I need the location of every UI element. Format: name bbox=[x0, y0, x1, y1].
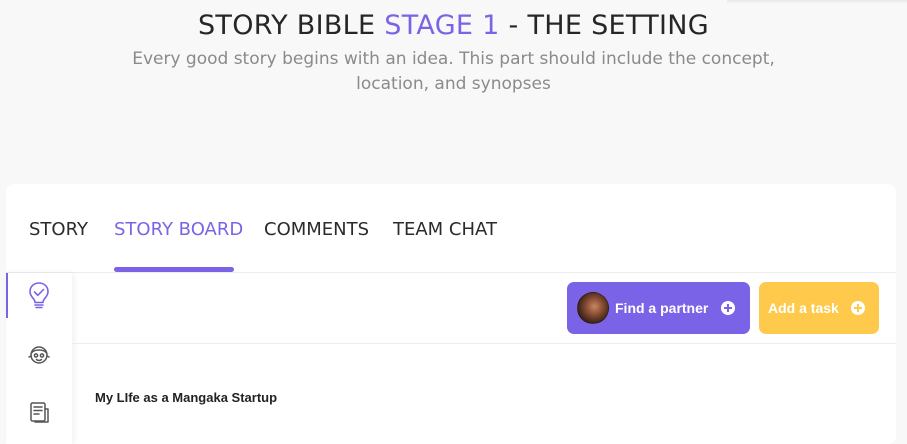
plus-circle-icon bbox=[851, 301, 865, 315]
board-toolbar: Find a partner Add a task bbox=[72, 273, 896, 344]
character-face-icon[interactable] bbox=[28, 344, 50, 366]
avatar bbox=[577, 292, 609, 324]
add-task-button[interactable]: Add a task bbox=[759, 282, 879, 334]
plus-circle-icon bbox=[721, 301, 735, 315]
page-title: STORY BIBLE STAGE 1 - THE SETTING bbox=[0, 10, 907, 41]
tab-story[interactable]: STORY bbox=[29, 219, 88, 240]
story-board-card: STORY STORY BOARD COMMENTS TEAM CHAT Fin… bbox=[6, 184, 896, 444]
tab-bar: STORY STORY BOARD COMMENTS TEAM CHAT bbox=[6, 184, 896, 273]
find-partner-button[interactable]: Find a partner bbox=[567, 282, 750, 334]
find-partner-label: Find a partner bbox=[615, 300, 709, 316]
lightbulb-check-icon[interactable] bbox=[27, 281, 51, 311]
tab-comments[interactable]: COMMENTS bbox=[264, 219, 369, 240]
top-right-shadow bbox=[727, 0, 907, 4]
tab-team-chat[interactable]: TEAM CHAT bbox=[393, 219, 497, 240]
page-subtitle: Every good story begins with an idea. Th… bbox=[132, 49, 775, 94]
add-task-label: Add a task bbox=[768, 300, 839, 316]
tab-story-board[interactable]: STORY BOARD bbox=[114, 219, 243, 240]
story-title[interactable]: My LIfe as a Mangaka Startup bbox=[95, 390, 277, 405]
active-tab-indicator bbox=[114, 267, 234, 272]
title-prefix: STORY BIBLE bbox=[197, 10, 385, 41]
title-stage: STAGE 1 bbox=[384, 10, 500, 41]
sidebar bbox=[6, 273, 72, 444]
sidebar-active-indicator bbox=[6, 273, 8, 318]
title-suffix: - THE SETTING bbox=[499, 10, 709, 41]
